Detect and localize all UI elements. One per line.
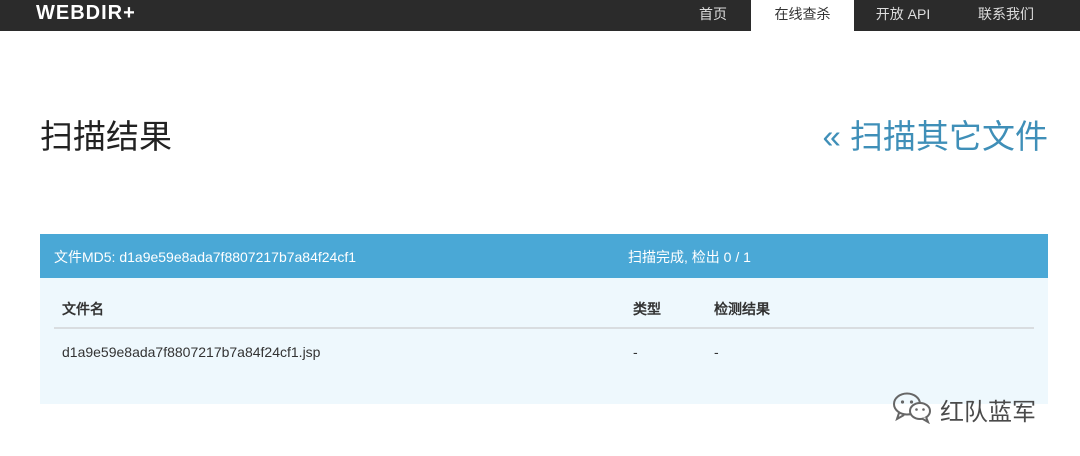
- panel-header: 文件MD5: d1a9e59e8ada7f8807217b7a84f24cf1 …: [40, 234, 1048, 278]
- scan-other-file-link[interactable]: « 扫描其它文件: [822, 110, 1048, 158]
- column-header-type: 类型: [633, 301, 661, 317]
- row-result: -: [714, 344, 719, 360]
- row-type: -: [633, 344, 638, 360]
- column-header-filename: 文件名: [62, 301, 104, 317]
- top-navbar: WEBDIR+ 首页 在线查杀 开放 API 联系我们: [0, 0, 1080, 31]
- scan-result-panel: 文件MD5: d1a9e59e8ada7f8807217b7a84f24cf1 …: [40, 234, 1048, 404]
- nav-item-home[interactable]: 首页: [685, 0, 741, 31]
- watermark: 红队蓝军: [890, 390, 1036, 428]
- brand-logo[interactable]: WEBDIR+: [36, 0, 136, 27]
- column-header-result: 检测结果: [714, 301, 770, 317]
- wechat-icon: [890, 390, 934, 429]
- file-md5: 文件MD5: d1a9e59e8ada7f8807217b7a84f24cf1: [54, 249, 357, 265]
- page-title: 扫描结果: [40, 118, 172, 155]
- row-filename: d1a9e59e8ada7f8807217b7a84f24cf1.jsp: [62, 344, 321, 360]
- table-header-divider: [54, 327, 1034, 329]
- scan-status: 扫描完成, 检出 0 / 1: [628, 249, 751, 265]
- nav-item-contact[interactable]: 联系我们: [964, 0, 1048, 31]
- nav-item-online-scan[interactable]: 在线查杀: [751, 0, 854, 31]
- nav-item-open-api[interactable]: 开放 API: [862, 0, 944, 31]
- watermark-text: 红队蓝军: [940, 398, 1036, 426]
